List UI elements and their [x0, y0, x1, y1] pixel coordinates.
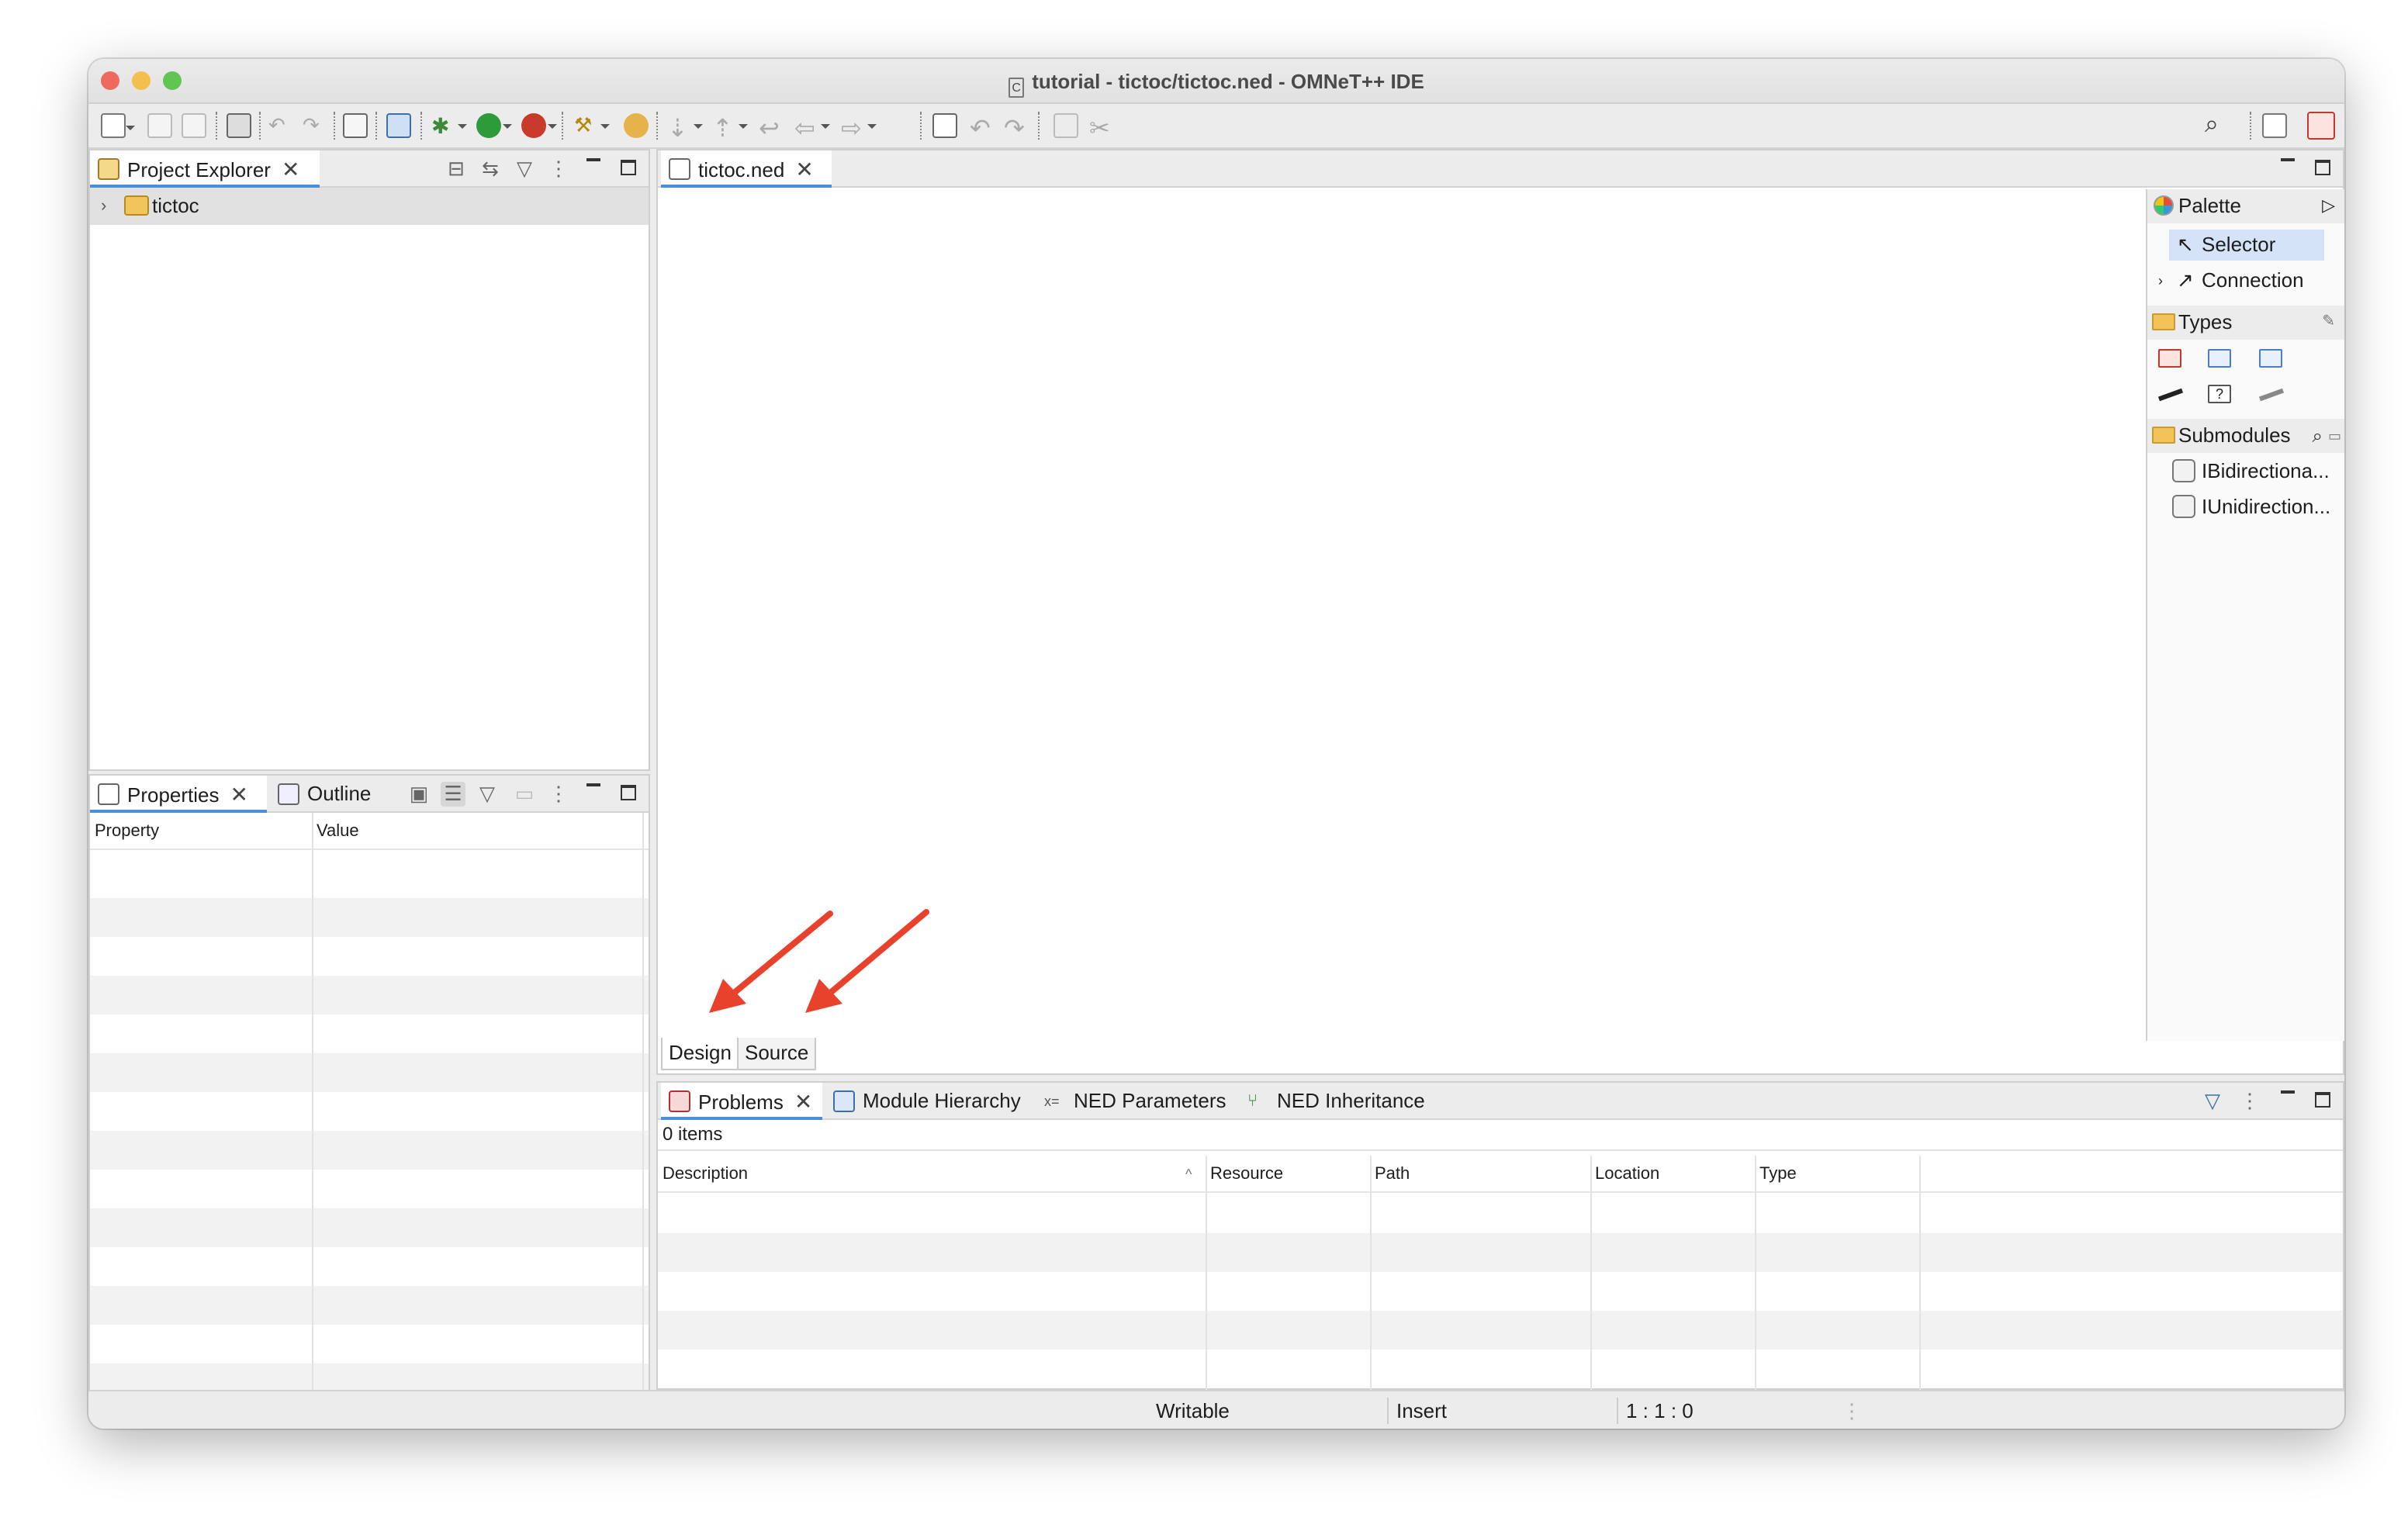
- annotation-arrow-source: [805, 909, 929, 1013]
- annotation-arrows: [709, 909, 929, 1013]
